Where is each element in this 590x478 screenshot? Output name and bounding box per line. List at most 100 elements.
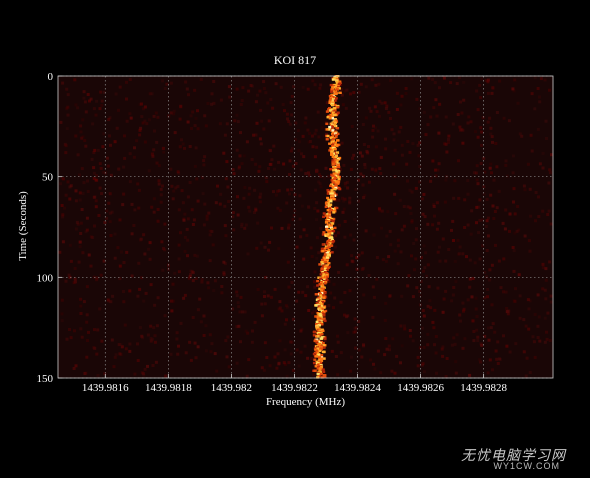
noise-speckle xyxy=(536,127,540,131)
noise-speckle xyxy=(416,364,420,368)
noise-speckle xyxy=(406,140,410,143)
noise-speckle xyxy=(260,314,264,318)
noise-speckle xyxy=(100,339,104,343)
noise-speckle xyxy=(144,291,148,295)
noise-speckle xyxy=(60,204,64,207)
noise-speckle xyxy=(172,189,176,193)
noise-speckle xyxy=(79,221,83,225)
noise-speckle xyxy=(141,121,145,125)
noise-speckle xyxy=(395,108,399,111)
noise-speckle xyxy=(190,127,193,130)
noise-speckle xyxy=(254,207,258,211)
noise-speckle xyxy=(146,333,150,337)
noise-speckle xyxy=(517,273,521,277)
noise-speckle xyxy=(263,290,266,294)
noise-speckle xyxy=(280,226,284,230)
noise-speckle xyxy=(538,100,542,104)
y-axis-label: Time (Seconds) xyxy=(17,191,29,261)
noise-speckle xyxy=(478,198,482,202)
noise-speckle xyxy=(486,371,490,375)
noise-speckle xyxy=(399,125,403,129)
noise-speckle xyxy=(392,162,396,166)
noise-speckle xyxy=(150,205,154,209)
noise-speckle xyxy=(84,144,88,148)
noise-speckle xyxy=(385,104,389,108)
noise-speckle xyxy=(368,106,372,110)
noise-speckle xyxy=(122,165,126,169)
noise-speckle xyxy=(404,87,408,90)
noise-speckle xyxy=(142,107,145,111)
noise-speckle xyxy=(249,84,253,87)
noise-speckle xyxy=(192,218,196,222)
noise-speckle xyxy=(504,159,508,163)
noise-speckle xyxy=(538,339,542,343)
noise-speckle xyxy=(226,185,230,189)
noise-speckle xyxy=(61,213,65,217)
noise-speckle xyxy=(443,142,447,146)
noise-speckle xyxy=(253,188,257,192)
noise-speckle xyxy=(371,135,375,139)
noise-speckle xyxy=(337,223,341,227)
noise-speckle xyxy=(227,365,231,369)
noise-speckle xyxy=(370,78,374,82)
noise-speckle xyxy=(466,121,470,125)
noise-speckle xyxy=(310,134,314,138)
noise-speckle xyxy=(336,373,340,377)
noise-speckle xyxy=(281,103,285,106)
noise-speckle xyxy=(451,293,455,297)
noise-speckle xyxy=(277,160,281,164)
noise-speckle xyxy=(336,340,340,344)
noise-speckle xyxy=(100,103,104,107)
noise-speckle xyxy=(225,355,229,359)
noise-speckle xyxy=(302,257,306,261)
noise-speckle xyxy=(164,374,168,378)
noise-speckle xyxy=(512,187,516,191)
noise-speckle xyxy=(431,77,435,81)
noise-speckle xyxy=(183,235,187,239)
noise-speckle xyxy=(343,313,346,317)
noise-speckle xyxy=(295,245,299,249)
noise-speckle xyxy=(495,111,499,114)
noise-speckle xyxy=(199,320,203,324)
noise-speckle xyxy=(146,364,149,368)
noise-speckle xyxy=(209,350,213,354)
noise-speckle xyxy=(60,298,64,302)
noise-speckle xyxy=(206,281,210,285)
noise-speckle xyxy=(138,133,142,137)
noise-speckle xyxy=(442,76,446,80)
noise-speckle xyxy=(242,154,246,158)
noise-speckle xyxy=(453,342,457,346)
signal-pixel xyxy=(326,196,330,200)
signal-pixel xyxy=(321,329,325,333)
noise-speckle xyxy=(95,276,99,280)
noise-speckle xyxy=(292,85,296,89)
noise-speckle xyxy=(392,138,396,142)
noise-speckle xyxy=(536,336,540,339)
noise-speckle xyxy=(478,257,482,261)
signal-pixel xyxy=(318,368,322,371)
noise-speckle xyxy=(438,102,442,106)
noise-speckle xyxy=(524,324,528,328)
noise-speckle xyxy=(485,197,489,201)
noise-speckle xyxy=(266,101,270,105)
noise-speckle xyxy=(153,334,157,338)
x-axis-label: Frequency (MHz) xyxy=(265,396,346,408)
noise-speckle xyxy=(237,305,241,309)
noise-speckle xyxy=(202,223,206,227)
noise-speckle xyxy=(282,162,286,166)
noise-speckle xyxy=(354,346,357,350)
noise-speckle xyxy=(297,364,301,368)
noise-speckle xyxy=(455,82,459,86)
noise-speckle xyxy=(297,290,301,294)
noise-speckle xyxy=(481,116,485,120)
noise-speckle xyxy=(285,305,289,309)
noise-speckle xyxy=(298,217,302,221)
noise-speckle xyxy=(325,101,329,105)
noise-speckle xyxy=(406,179,409,183)
noise-speckle xyxy=(210,92,214,96)
noise-speckle xyxy=(438,245,441,249)
noise-speckle xyxy=(224,339,228,343)
noise-speckle xyxy=(466,298,470,302)
noise-speckle xyxy=(363,166,367,169)
noise-speckle xyxy=(137,261,141,265)
